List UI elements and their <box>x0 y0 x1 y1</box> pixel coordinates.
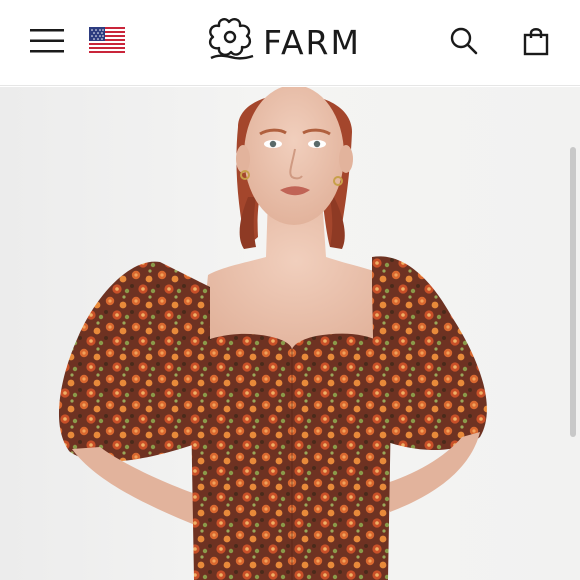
farm-logo[interactable]: FARM <box>203 16 383 66</box>
product-hero-image[interactable] <box>0 87 580 580</box>
search-icon[interactable] <box>449 26 479 56</box>
us-flag-icon[interactable] <box>89 27 125 53</box>
logo-wordmark: FARM <box>263 23 361 62</box>
hamburger-menu-icon[interactable] <box>30 28 64 54</box>
model-photo <box>58 87 487 580</box>
scrollbar[interactable] <box>570 147 576 437</box>
flower-logo-icon <box>208 18 254 60</box>
site-header: FARM <box>0 0 580 86</box>
shopping-bag-icon[interactable] <box>521 26 551 56</box>
